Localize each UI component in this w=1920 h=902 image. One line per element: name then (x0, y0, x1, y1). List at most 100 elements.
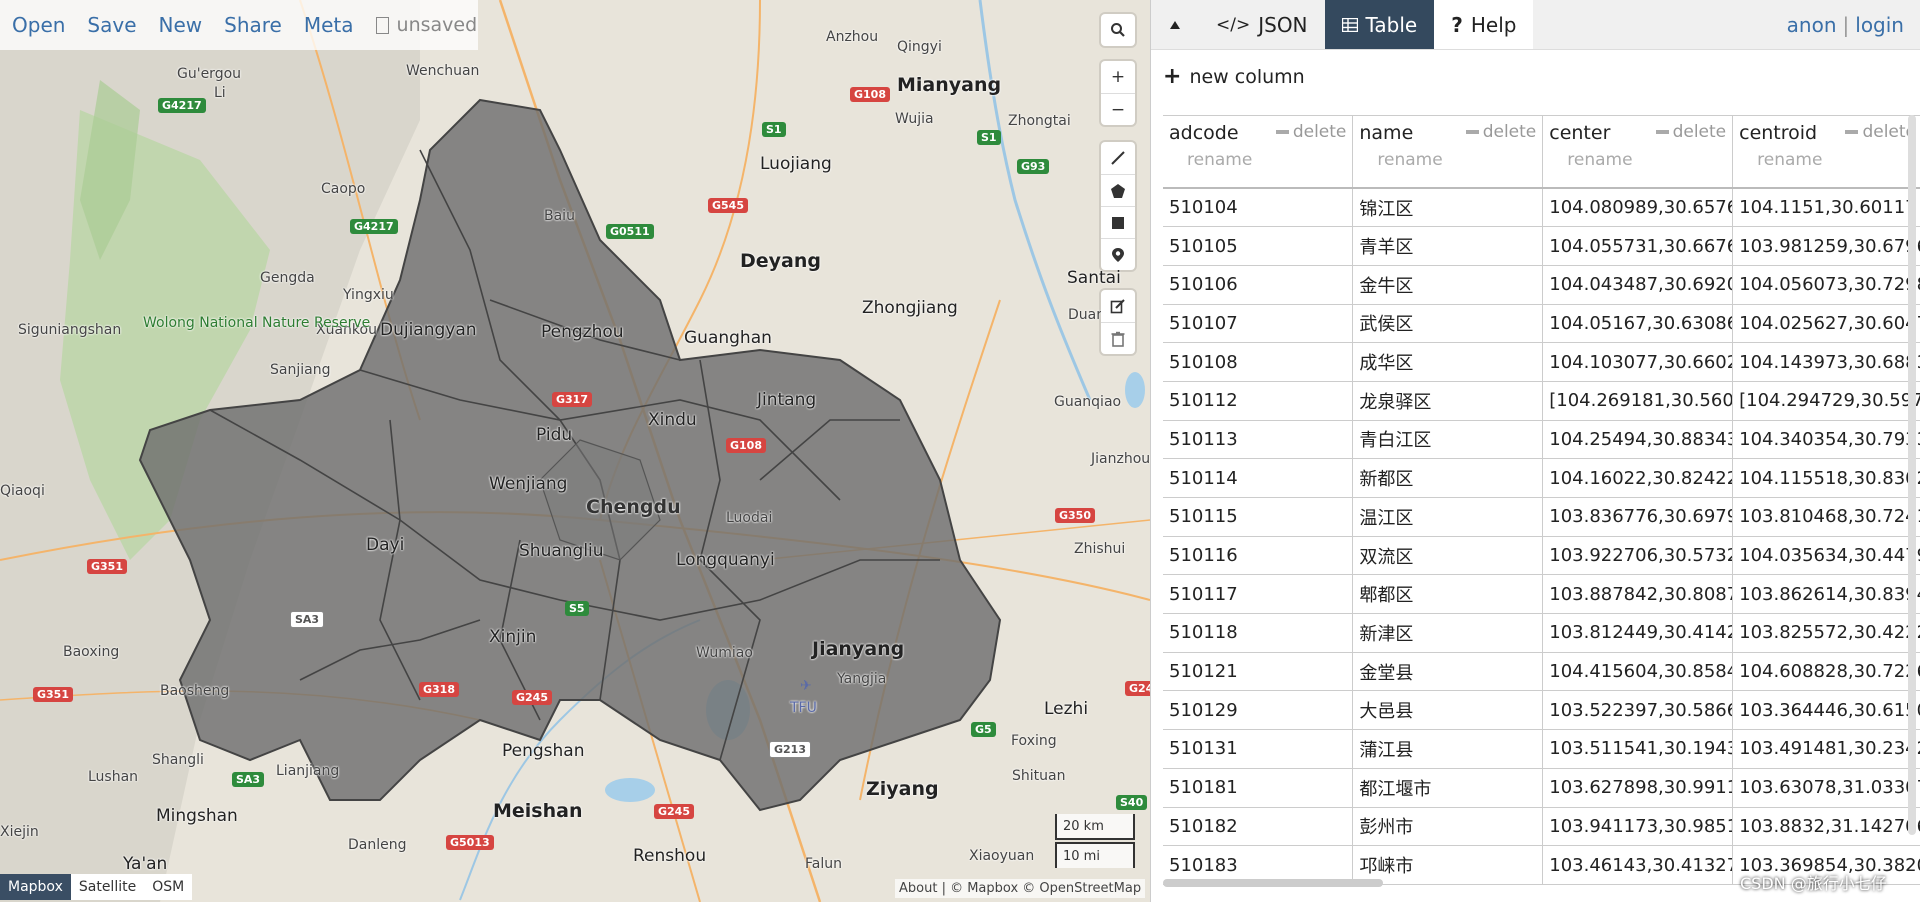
table-cell[interactable]: 104.608828,30.7226 (1732, 652, 1920, 692)
vertical-scrollbar[interactable] (1908, 115, 1916, 835)
table-cell[interactable]: 103.922706,30.5732 (1542, 536, 1734, 576)
table-cell[interactable]: 104.25494,30.88343 (1542, 420, 1734, 460)
table-cell[interactable]: 104.055731,30.6676 (1542, 226, 1734, 266)
zoom-out-button[interactable]: − (1101, 93, 1135, 125)
draw-rectangle-button[interactable] (1101, 206, 1135, 238)
delete-column-button[interactable]: delete (1655, 122, 1726, 142)
table-cell[interactable]: 103.836776,30.6979 (1542, 497, 1734, 537)
menu-save[interactable]: Save (87, 13, 136, 37)
table-cell[interactable]: 104.035634,30.4479 (1732, 536, 1920, 576)
table-cell[interactable]: 青羊区 (1352, 226, 1544, 266)
delete-column-button[interactable]: delete (1275, 122, 1346, 142)
table-cell[interactable]: 510131 (1163, 729, 1354, 769)
table-cell[interactable]: 武侯区 (1352, 304, 1544, 344)
column-name[interactable]: name (1359, 122, 1449, 144)
table-cell[interactable]: 510116 (1163, 536, 1354, 576)
rename-column-button[interactable]: rename (1549, 150, 1726, 170)
table-cell[interactable]: 510113 (1163, 420, 1354, 460)
table-cell[interactable]: 龙泉驿区 (1352, 381, 1544, 421)
new-column-button[interactable]: + new column (1163, 64, 1305, 89)
table-cell[interactable]: 510105 (1163, 226, 1354, 266)
edit-features-button[interactable] (1101, 290, 1135, 322)
menu-new[interactable]: New (159, 13, 203, 37)
table-cell[interactable]: 103.862614,30.8394 (1732, 574, 1920, 615)
layer-satellite[interactable]: Satellite (70, 874, 145, 900)
table-cell[interactable]: 104.103077,30.6602 (1542, 342, 1734, 382)
table-cell[interactable]: 104.05167,30.63086 (1542, 304, 1734, 344)
table-cell[interactable]: 104.415604,30.8584 (1542, 652, 1734, 692)
table-cell[interactable]: 103.887842,30.8087 (1542, 574, 1734, 615)
table-cell[interactable]: 成华区 (1352, 342, 1544, 382)
table-cell[interactable]: 青白江区 (1352, 420, 1544, 460)
table-cell[interactable]: 103.491481,30.2342 (1732, 729, 1920, 769)
table-cell[interactable]: 锦江区 (1352, 188, 1544, 228)
login-link[interactable]: login (1855, 13, 1904, 37)
table-cell[interactable]: 510117 (1163, 574, 1354, 615)
draw-line-button[interactable] (1101, 142, 1135, 174)
map-canvas[interactable]: ✈ Deyang Mianyang Chengdu Jianyang Meish… (0, 0, 1150, 902)
table-cell[interactable]: 104.043487,30.6920 (1542, 265, 1734, 305)
search-button[interactable] (1101, 14, 1135, 46)
table-cell[interactable]: 温江区 (1352, 497, 1544, 537)
table-cell[interactable]: 103.364446,30.6150 (1732, 690, 1920, 731)
table-cell[interactable]: 510112 (1163, 381, 1354, 421)
table-cell[interactable]: 510115 (1163, 497, 1354, 537)
table-cell[interactable]: 104.080989,30.6576 (1542, 188, 1734, 228)
layer-osm[interactable]: OSM (144, 874, 193, 900)
table-cell[interactable]: 都江堰市 (1352, 768, 1544, 808)
column-name[interactable]: center (1549, 122, 1639, 144)
table-cell[interactable]: 510121 (1163, 652, 1354, 692)
table-cell[interactable]: 103.8832,31.142706 (1732, 807, 1920, 847)
table-cell[interactable]: 邛崃市 (1352, 845, 1544, 885)
table-cell[interactable]: 104.115518,30.8302 (1732, 458, 1920, 498)
table-cell[interactable]: 510181 (1163, 768, 1354, 808)
table-cell[interactable]: 新都区 (1352, 458, 1544, 498)
delete-column-button[interactable]: delete (1845, 122, 1916, 142)
rename-column-button[interactable]: rename (1169, 150, 1346, 170)
tab-json[interactable]: </> JSON (1199, 0, 1325, 49)
table-cell[interactable]: 510104 (1163, 188, 1354, 228)
horizontal-scrollbar[interactable] (1163, 879, 1383, 887)
table-cell[interactable]: 郫都区 (1352, 574, 1544, 615)
map-attribution[interactable]: About | © Mapbox © OpenStreetMap (895, 879, 1146, 898)
rename-column-button[interactable]: rename (1739, 150, 1916, 170)
table-cell[interactable]: 彭州市 (1352, 807, 1544, 847)
table-cell[interactable]: 103.812449,30.4142 (1542, 613, 1734, 653)
menu-open[interactable]: Open (12, 13, 65, 37)
table-cell[interactable]: 510114 (1163, 458, 1354, 498)
table-cell[interactable]: 104.1151,30.60117 (1732, 188, 1920, 228)
delete-column-button[interactable]: delete (1465, 122, 1536, 142)
table-cell[interactable]: 103.810468,30.7241 (1732, 497, 1920, 537)
layer-mapbox[interactable]: Mapbox (0, 874, 71, 900)
draw-marker-button[interactable] (1101, 238, 1135, 270)
table-cell[interactable]: 大邑县 (1352, 690, 1544, 731)
tab-help[interactable]: ? Help (1434, 0, 1534, 49)
table-cell[interactable]: 103.46143,30.41327 (1542, 845, 1734, 885)
table-cell[interactable]: 新津区 (1352, 613, 1544, 653)
table-cell[interactable]: 103.981259,30.6796 (1732, 226, 1920, 266)
zoom-in-button[interactable]: + (1101, 61, 1135, 93)
table-cell[interactable]: 104.16022,30.82422 (1542, 458, 1734, 498)
table-cell[interactable]: 510118 (1163, 613, 1354, 653)
draw-polygon-button[interactable] (1101, 174, 1135, 206)
table-cell[interactable]: 103.825572,30.4222 (1732, 613, 1920, 653)
table-cell[interactable]: 103.63078,31.03307 (1732, 768, 1920, 808)
tab-table[interactable]: Table (1324, 0, 1435, 49)
column-name[interactable]: adcode (1169, 122, 1259, 144)
table-cell[interactable]: 103.522397,30.5866 (1542, 690, 1734, 731)
table-cell[interactable]: 103.941173,30.9851 (1542, 807, 1734, 847)
column-name[interactable]: centroid (1739, 122, 1829, 144)
table-cell[interactable]: 104.143973,30.6883 (1732, 342, 1920, 382)
delete-features-button[interactable] (1101, 322, 1135, 354)
table-cell[interactable]: 金堂县 (1352, 652, 1544, 692)
table-cell[interactable]: 510182 (1163, 807, 1354, 847)
table-cell[interactable]: 510107 (1163, 304, 1354, 344)
table-cell[interactable]: 510106 (1163, 265, 1354, 305)
table-cell[interactable]: 103.511541,30.1943 (1542, 729, 1734, 769)
table-cell[interactable]: 104.025627,30.6047 (1732, 304, 1920, 344)
table-cell[interactable]: 蒲江县 (1352, 729, 1544, 769)
table-cell[interactable]: 金牛区 (1352, 265, 1544, 305)
table-cell[interactable]: [104.294729,30.597 (1732, 381, 1920, 421)
table-cell[interactable]: 103.627898,30.9911 (1542, 768, 1734, 808)
menu-meta[interactable]: Meta (304, 13, 354, 37)
